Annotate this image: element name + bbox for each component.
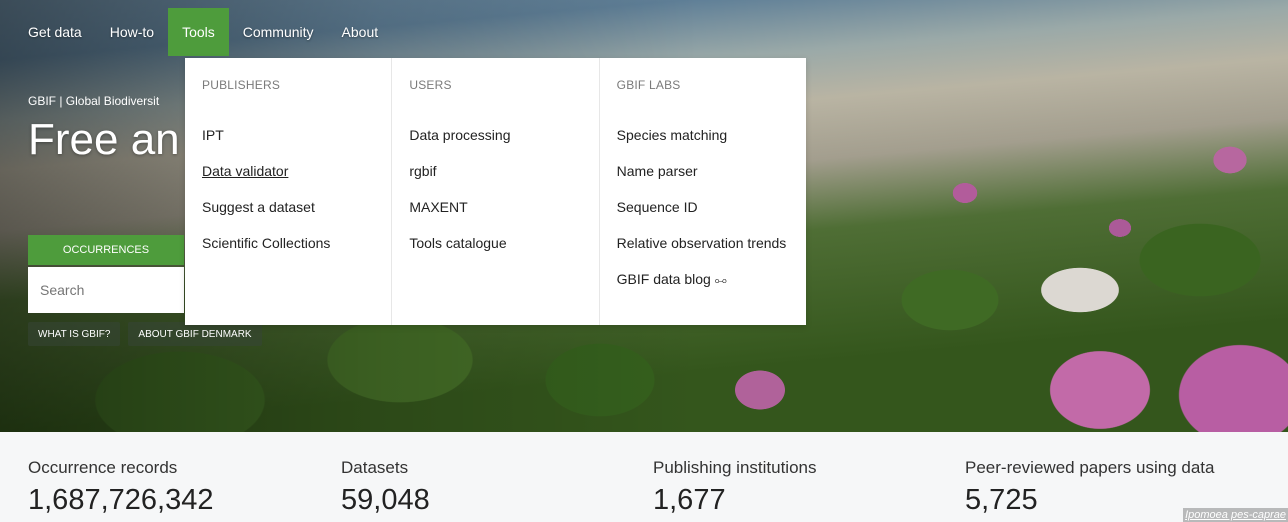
menu-link-ipt[interactable]: IPT bbox=[202, 126, 372, 144]
stat-value: 5,725 bbox=[965, 484, 1038, 516]
photo-caption-link[interactable]: Ipomoea pes-caprae bbox=[1183, 508, 1288, 522]
stat-publishing-institutions[interactable]: Publishing institutions 1,677 bbox=[653, 458, 816, 517]
nav-how-to[interactable]: How-to bbox=[96, 8, 168, 56]
menu-link-maxent[interactable]: MAXENT bbox=[409, 198, 579, 216]
blog-link-label: GBIF data blog bbox=[616, 271, 711, 287]
stat-value: 59,048 bbox=[341, 484, 430, 516]
menu-link-species-matching[interactable]: Species matching bbox=[617, 126, 787, 144]
tools-dropdown-menu: PUBLISHERS IPT Data validator Suggest a … bbox=[185, 58, 806, 325]
menu-link-sequence-id[interactable]: Sequence ID bbox=[617, 198, 787, 216]
column-heading: USERS bbox=[409, 78, 452, 92]
publishers-column: PUBLISHERS IPT Data validator Suggest a … bbox=[185, 58, 393, 325]
nav-community[interactable]: Community bbox=[229, 8, 328, 56]
menu-link-data-processing[interactable]: Data processing bbox=[409, 126, 579, 144]
what-is-gbif-link[interactable]: WHAT IS GBIF? bbox=[28, 322, 121, 346]
top-nav: Get data How-to Tools Community About bbox=[0, 8, 392, 56]
stat-label: Peer-reviewed papers using data bbox=[965, 458, 1215, 477]
about-gbif-denmark-link[interactable]: ABOUT GBIF DENMARK bbox=[128, 322, 262, 346]
menu-link-relative-observation-trends[interactable]: Relative observation trends bbox=[617, 234, 787, 252]
stat-value: 1,677 bbox=[653, 484, 726, 516]
menu-link-data-validator[interactable]: Data validator bbox=[202, 162, 372, 180]
menu-link-tools-catalogue[interactable]: Tools catalogue bbox=[409, 234, 579, 252]
menu-link-gbif-data-blog[interactable]: GBIF data blog ⧟ bbox=[617, 270, 787, 289]
nav-tools[interactable]: Tools bbox=[168, 8, 229, 56]
search-input[interactable] bbox=[28, 267, 184, 313]
stats-band: Occurrence records 1,687,726,342 Dataset… bbox=[0, 432, 1288, 522]
menu-link-suggest-dataset[interactable]: Suggest a dataset bbox=[202, 198, 372, 216]
stat-occurrences[interactable]: Occurrence records 1,687,726,342 bbox=[28, 458, 213, 517]
stat-value: 1,687,726,342 bbox=[28, 484, 214, 516]
column-heading: PUBLISHERS bbox=[202, 78, 281, 92]
nav-get-data[interactable]: Get data bbox=[0, 8, 96, 56]
link-icon: ⧟ bbox=[714, 273, 727, 287]
gbif-labs-column: GBIF LABS Species matching Name parser S… bbox=[600, 58, 806, 325]
nav-about[interactable]: About bbox=[328, 8, 393, 56]
stat-label: Datasets bbox=[341, 458, 409, 477]
stat-label: Occurrence records bbox=[28, 458, 178, 477]
column-heading: GBIF LABS bbox=[616, 78, 681, 92]
menu-link-name-parser[interactable]: Name parser bbox=[617, 162, 787, 180]
occurrences-tab[interactable]: OCCURRENCES bbox=[28, 235, 184, 265]
stat-label: Publishing institutions bbox=[653, 458, 817, 477]
users-column: USERS Data processing rgbif MAXENT Tools… bbox=[392, 58, 600, 325]
stat-datasets[interactable]: Datasets 59,048 bbox=[341, 458, 430, 517]
hero-subtitle: GBIF | Global Biodiversit bbox=[28, 94, 160, 108]
menu-link-scientific-collections[interactable]: Scientific Collections bbox=[202, 234, 372, 252]
hero-links: WHAT IS GBIF? ABOUT GBIF DENMARK bbox=[28, 322, 262, 346]
menu-link-rgbif[interactable]: rgbif bbox=[409, 162, 579, 180]
stat-peer-reviewed-papers[interactable]: Peer-reviewed papers using data 5,725 bbox=[965, 458, 1214, 517]
